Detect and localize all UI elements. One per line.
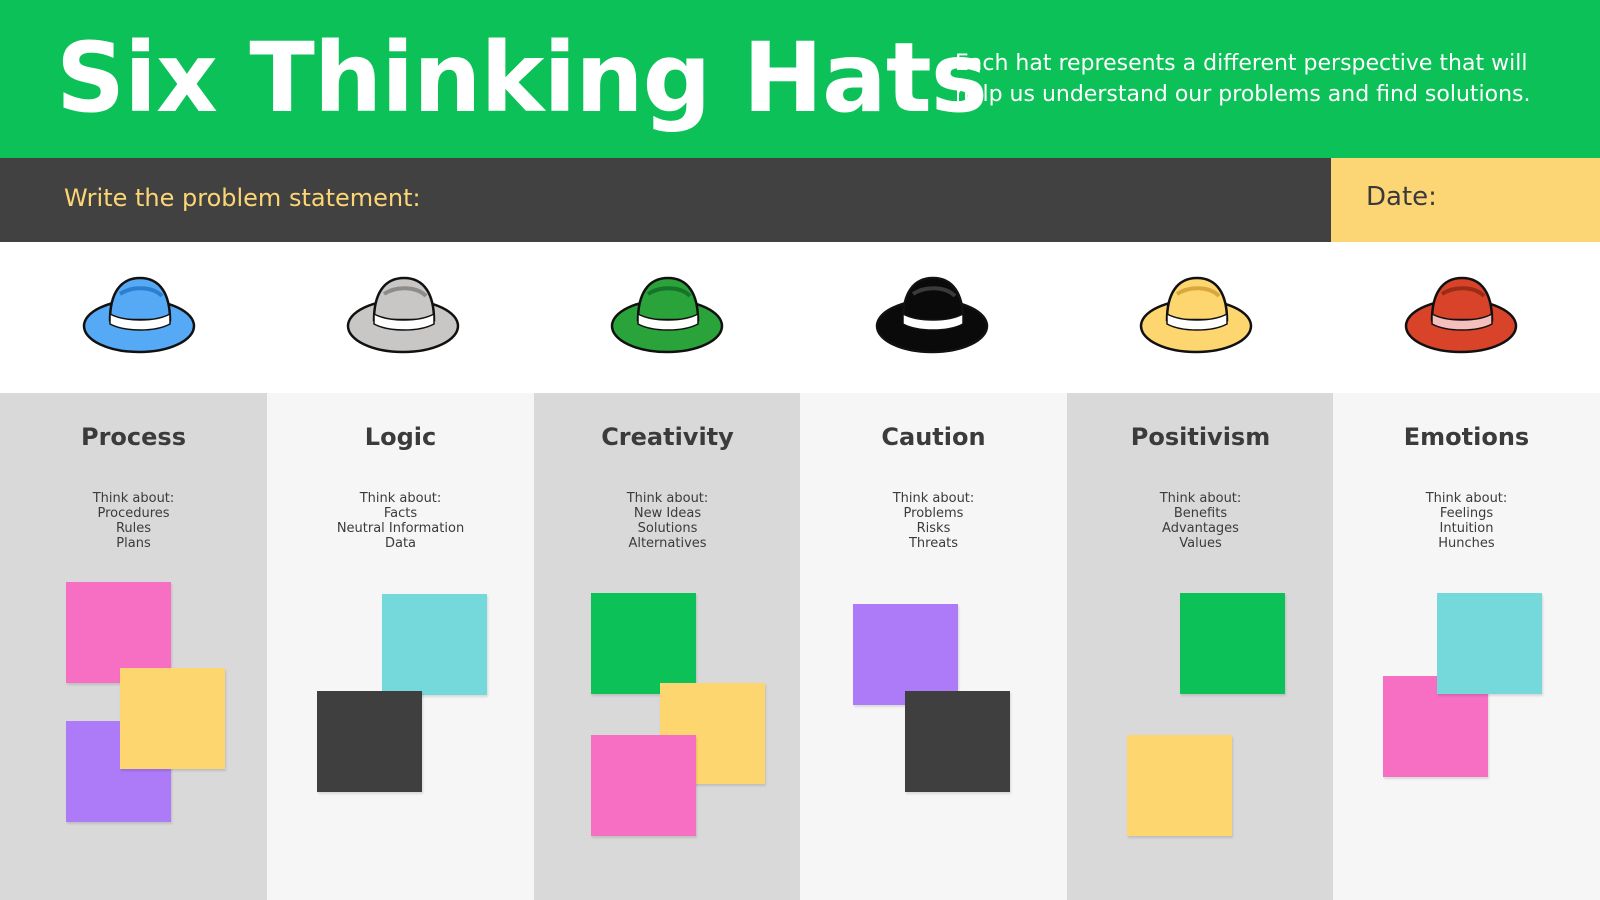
column-caution: Caution Think about: Problems Risks Thre… <box>800 393 1067 900</box>
think-about-label: Think about: <box>626 491 709 506</box>
problem-statement-label: Write the problem statement: <box>64 184 421 212</box>
column-process: Process Think about: Procedures Rules Pl… <box>0 393 267 900</box>
prompt-item: Solutions <box>637 521 698 536</box>
column-emotions: Emotions Think about: Feelings Intuition… <box>1333 393 1600 900</box>
yellow-hat-icon <box>1139 276 1253 354</box>
subtitle-line: help us understand our problems and find… <box>955 82 1531 107</box>
sticky-note-teal[interactable] <box>382 594 487 695</box>
think-about-label: Think about: <box>359 491 442 506</box>
prompt-item: Plans <box>116 536 151 551</box>
page-title: Six Thinking Hats <box>56 22 988 134</box>
prompt-item: Intuition <box>1439 521 1494 536</box>
perspective-columns: Process Think about: Procedures Rules Pl… <box>0 393 1600 900</box>
prompt-item: Procedures <box>97 506 170 521</box>
prompt-item: Rules <box>115 521 152 536</box>
prompt-item: Data <box>384 536 417 551</box>
prompt-item: Neutral Information <box>336 521 465 536</box>
column-title: Creativity <box>601 423 734 451</box>
prompt-item: Threats <box>908 536 959 551</box>
date-label: Date: <box>1366 182 1437 212</box>
column-prompts: Think about: Feelings Intuition Hunches <box>1333 491 1600 551</box>
think-about-label: Think about: <box>892 491 975 506</box>
sticky-note-yellow[interactable] <box>1127 735 1232 836</box>
prompt-item: Feelings <box>1439 506 1494 521</box>
prompt-item: Benefits <box>1173 506 1228 521</box>
prompt-item: Values <box>1179 536 1222 551</box>
header-banner: Six Thinking Hats Each hat represents a … <box>0 0 1600 158</box>
prompt-item: Problems <box>903 506 964 521</box>
column-title: Caution <box>881 423 986 451</box>
prompt-item: Facts <box>383 506 418 521</box>
column-prompts: Think about: New Ideas Solutions Alterna… <box>534 491 801 551</box>
blue-hat-icon <box>82 276 196 354</box>
sticky-note-pink[interactable] <box>591 735 696 836</box>
prompt-item: Alternatives <box>628 536 707 551</box>
green-hat-icon <box>610 276 724 354</box>
white-hat-icon <box>346 276 460 354</box>
column-prompts: Think about: Problems Risks Threats <box>800 491 1067 551</box>
column-title: Positivism <box>1130 423 1271 451</box>
prompt-item: New Ideas <box>633 506 702 521</box>
prompt-item: Advantages <box>1162 521 1239 536</box>
column-positivism: Positivism Think about: Benefits Advanta… <box>1067 393 1334 900</box>
sticky-note-yellow[interactable] <box>120 668 225 769</box>
subtitle-line: Each hat represents a different perspect… <box>955 51 1528 76</box>
think-about-label: Think about: <box>1159 491 1242 506</box>
think-about-label: Think about: <box>92 491 175 506</box>
date-field[interactable]: Date: <box>1331 158 1600 242</box>
sticky-note-green[interactable] <box>591 593 696 694</box>
sticky-note-dark[interactable] <box>317 691 422 792</box>
sticky-note-purple[interactable] <box>853 604 958 705</box>
column-title: Logic <box>364 423 437 451</box>
column-logic: Logic Think about: Facts Neutral Informa… <box>267 393 534 900</box>
red-hat-icon <box>1404 276 1518 354</box>
page-subtitle: Each hat represents a different perspect… <box>955 48 1575 110</box>
column-creativity: Creativity Think about: New Ideas Soluti… <box>534 393 801 900</box>
column-prompts: Think about: Procedures Rules Plans <box>0 491 267 551</box>
sticky-note-dark[interactable] <box>905 691 1010 792</box>
column-prompts: Think about: Benefits Advantages Values <box>1067 491 1334 551</box>
prompt-item: Risks <box>916 521 951 536</box>
black-hat-icon <box>875 276 989 354</box>
prompt-item: Hunches <box>1438 536 1495 551</box>
column-prompts: Think about: Facts Neutral Information D… <box>267 491 534 551</box>
column-title: Emotions <box>1403 423 1530 451</box>
hat-row <box>0 242 1600 393</box>
sticky-note-green[interactable] <box>1180 593 1285 694</box>
problem-statement-field[interactable]: Write the problem statement: <box>0 158 1331 242</box>
think-about-label: Think about: <box>1425 491 1508 506</box>
sticky-note-teal[interactable] <box>1437 593 1542 694</box>
column-title: Process <box>81 423 186 451</box>
